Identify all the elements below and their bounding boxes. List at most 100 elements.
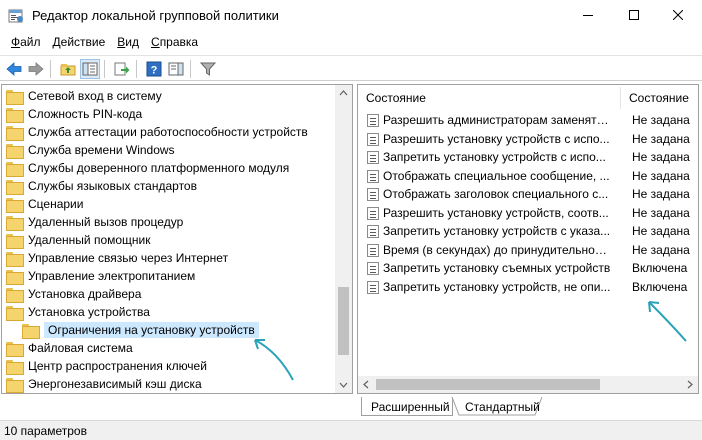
scrollbar-thumb[interactable] xyxy=(338,287,349,355)
tab-extended[interactable]: Расширенный xyxy=(361,397,453,416)
folder-icon xyxy=(6,179,24,195)
tree-item[interactable]: Центр распространения ключей xyxy=(6,357,207,375)
folder-icon xyxy=(6,143,24,159)
menu-help[interactable]: Справка xyxy=(145,33,204,53)
setting-state: Включена xyxy=(632,280,688,294)
tree-item-label: Служба аттестации работоспособности устр… xyxy=(28,125,308,139)
tree-item-label: Управление электропитанием xyxy=(28,269,196,283)
toolbar-separator xyxy=(136,60,137,78)
list-item[interactable]: Время (в секундах) до принудительной... Н… xyxy=(358,241,698,260)
maximize-icon xyxy=(629,10,639,20)
menu-file-mnemonic: Ф xyxy=(11,35,21,49)
menu-help-mnemonic: С xyxy=(151,35,160,49)
policy-setting-icon xyxy=(367,207,379,220)
tree-item[interactable]: Энергонезависимый кэш диска xyxy=(6,375,202,393)
tree-item[interactable]: Файловая система xyxy=(6,339,133,357)
list-horizontal-scrollbar[interactable] xyxy=(358,376,698,393)
tree-item-selected[interactable]: Ограничения на установку устройств xyxy=(22,321,259,339)
scroll-left-icon[interactable] xyxy=(362,380,371,389)
list-item[interactable]: Разрешить администраторам заменять... Не … xyxy=(358,111,698,130)
list-item[interactable]: Разрешить установку устройств с испо... Н… xyxy=(358,130,698,149)
folder-icon xyxy=(6,161,24,177)
tree-item[interactable]: Сценарии xyxy=(6,195,83,213)
setting-name: Запретить установку устройств с указа... xyxy=(383,224,611,238)
scroll-down-icon[interactable] xyxy=(339,380,348,389)
menu-action-label: ействие xyxy=(60,35,106,49)
setting-state: Не задана xyxy=(632,132,690,146)
scrollbar-thumb[interactable] xyxy=(376,379,600,390)
setting-name: Отображать заголовок специального с... xyxy=(383,187,609,201)
tree-item[interactable]: Управление связью через Интернет xyxy=(6,249,228,267)
menu-help-label: правка xyxy=(159,35,199,49)
show-hide-tree-button[interactable] xyxy=(80,59,100,79)
close-icon xyxy=(673,10,683,20)
column-header-label: Состояние xyxy=(629,91,689,105)
export-list-button[interactable] xyxy=(112,59,132,79)
menu-bar: Файл Действие Вид Справка xyxy=(0,33,702,53)
tree-item[interactable]: Сетевой вход в систему xyxy=(6,87,162,105)
tree-item-label: Управление связью через Интернет xyxy=(28,251,229,265)
tree-item-label: Сложность PIN-кода xyxy=(28,107,143,121)
forward-button[interactable] xyxy=(26,59,46,79)
tab-standard[interactable]: Стандартный xyxy=(457,397,545,416)
tree-item[interactable]: Служба времени Windows xyxy=(6,141,175,159)
column-header-setting[interactable]: Состояние xyxy=(366,85,616,111)
list-item[interactable]: Запретить установку устройств, не опи...… xyxy=(358,278,698,297)
folder-icon xyxy=(6,233,24,249)
back-arrow-icon xyxy=(6,62,22,76)
tree-item[interactable]: Удаленный вызов процедур xyxy=(6,213,183,231)
policy-setting-icon xyxy=(367,188,379,201)
up-folder-icon xyxy=(60,64,76,76)
menu-action[interactable]: Действие xyxy=(47,33,112,53)
tree-vertical-scrollbar[interactable] xyxy=(335,85,352,393)
menu-action-mnemonic: Д xyxy=(52,35,61,49)
tree-item[interactable]: Установка драйвера xyxy=(6,285,141,303)
tree-item[interactable]: Сложность PIN-кода xyxy=(6,105,142,123)
scroll-up-icon[interactable] xyxy=(339,89,348,98)
column-divider[interactable] xyxy=(620,87,621,109)
folder-icon xyxy=(6,251,24,267)
filter-icon xyxy=(200,62,216,76)
tree-item[interactable]: Службы доверенного платформенного модуля xyxy=(6,159,289,177)
up-folder-button[interactable] xyxy=(58,59,78,79)
setting-name: Время (в секундах) до принудительной... xyxy=(383,243,611,257)
tree-item[interactable]: Установка устройства xyxy=(6,303,150,321)
tree-item[interactable]: Службы языковых стандартов xyxy=(6,177,197,195)
tree-item-label: Установка устройства xyxy=(28,305,150,319)
list-item[interactable]: Отображать заголовок специального с... Не… xyxy=(358,185,698,204)
list-item[interactable]: Запретить установку съемных устройств Вкл… xyxy=(358,259,698,278)
list-item[interactable]: Разрешить установку устройств, соотв... Н… xyxy=(358,204,698,223)
setting-name: Запретить установку съемных устройств xyxy=(383,261,611,275)
help-button[interactable]: ? xyxy=(144,59,164,79)
close-button[interactable] xyxy=(656,0,700,30)
column-header-state[interactable]: Состояние xyxy=(629,85,698,111)
tree-item[interactable]: Управление электропитанием xyxy=(6,267,195,285)
folder-icon xyxy=(6,215,24,231)
scroll-right-icon[interactable] xyxy=(685,380,694,389)
setting-name: Разрешить администраторам заменять... xyxy=(383,113,611,127)
setting-name: Разрешить установку устройств, соотв... xyxy=(383,206,609,220)
tree-item[interactable]: Служба аттестации работоспособности устр… xyxy=(6,123,308,141)
list-item[interactable]: Запретить установку устройств с указа...… xyxy=(358,222,698,241)
view-tabs: Расширенный Стандартный xyxy=(357,397,697,417)
list-item[interactable]: Запретить установку устройств с испо... Н… xyxy=(358,148,698,167)
folder-icon xyxy=(6,305,24,321)
status-text: 10 параметров xyxy=(4,424,87,438)
list-item[interactable]: Отображать специальное сообщение, ... Не … xyxy=(358,167,698,186)
menu-view[interactable]: Вид xyxy=(111,33,145,53)
tree-item[interactable]: Удаленный помощник xyxy=(6,231,151,249)
menu-file[interactable]: Файл xyxy=(0,33,47,53)
status-bar: 10 параметров xyxy=(0,420,702,440)
tree-pane[interactable]: Сетевой вход в систему Сложность PIN-код… xyxy=(1,84,353,394)
setting-state: Не задана xyxy=(632,187,690,201)
properties-pane-button[interactable] xyxy=(166,59,186,79)
settings-list-pane[interactable]: Состояние Состояние Разрешить администра… xyxy=(357,84,699,394)
policy-setting-icon xyxy=(367,114,379,127)
maximize-button[interactable] xyxy=(612,0,656,30)
title-bar: Редактор локальной групповой политики xyxy=(0,0,702,32)
filter-button[interactable] xyxy=(198,59,218,79)
minimize-button[interactable] xyxy=(566,0,610,30)
back-button[interactable] xyxy=(4,59,24,79)
svg-text:?: ? xyxy=(151,65,158,77)
menu-file-label: айл xyxy=(20,35,41,49)
